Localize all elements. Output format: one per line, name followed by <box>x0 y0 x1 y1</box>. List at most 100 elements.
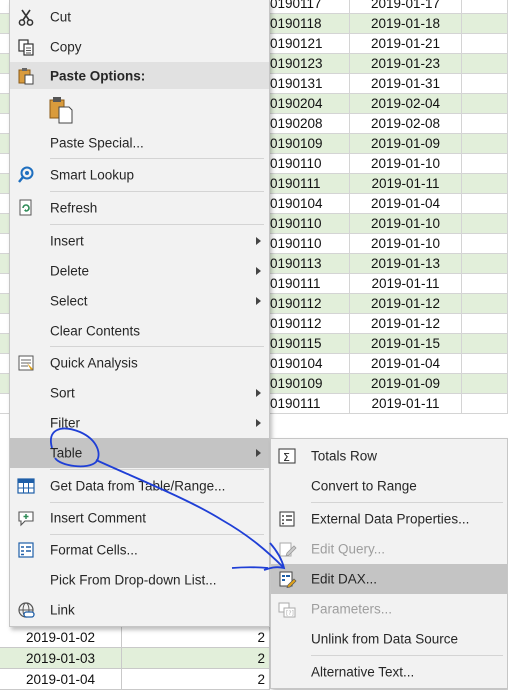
grid-edge-cell[interactable] <box>0 14 9 34</box>
grid-edge-cell[interactable] <box>0 74 9 94</box>
menu-item-table[interactable]: Table <box>10 438 269 468</box>
grid-edge-cell[interactable] <box>0 0 9 14</box>
grid-cell[interactable] <box>462 154 508 174</box>
grid-edge-cell[interactable] <box>0 274 9 294</box>
grid-cell[interactable]: 2019-01-02 <box>0 627 122 648</box>
grid-cell[interactable]: 0190112 <box>270 314 350 334</box>
grid-cell[interactable]: 0190112 <box>270 294 350 314</box>
grid-cell[interactable]: 2019-01-13 <box>350 254 462 274</box>
grid-edge-cell[interactable] <box>0 334 9 354</box>
grid-cell[interactable]: 0190104 <box>270 354 350 374</box>
grid-cell[interactable]: 2 <box>122 627 270 648</box>
grid-cell[interactable] <box>462 354 508 374</box>
grid-edge-cell[interactable] <box>0 294 9 314</box>
grid-cell[interactable]: 0190111 <box>270 394 350 414</box>
grid-cell[interactable]: 2019-01-11 <box>350 174 462 194</box>
grid-edge-cell[interactable] <box>0 394 9 414</box>
menu-item-filter[interactable]: Filter <box>10 408 269 438</box>
grid-cell[interactable] <box>462 374 508 394</box>
grid-edge-cell[interactable] <box>0 174 9 194</box>
menu-item-smart-lookup[interactable]: Smart Lookup <box>10 160 269 190</box>
menu-item-insert[interactable]: Insert <box>10 226 269 256</box>
grid-edge-cell[interactable] <box>0 114 9 134</box>
paste-button[interactable] <box>10 89 269 129</box>
menu-item-cut[interactable]: Cut <box>10 2 269 32</box>
grid-cell[interactable]: 2019-01-15 <box>350 334 462 354</box>
grid-cell[interactable]: 2019-01-10 <box>350 234 462 254</box>
grid-cell[interactable]: 0190111 <box>270 274 350 294</box>
grid-edge-cell[interactable] <box>0 34 9 54</box>
grid-cell[interactable]: 0190204 <box>270 94 350 114</box>
grid-cell[interactable] <box>462 294 508 314</box>
grid-cell[interactable]: 0190111 <box>270 174 350 194</box>
grid-cell[interactable]: 0190131 <box>270 74 350 94</box>
grid-cell[interactable]: 2019-01-10 <box>350 154 462 174</box>
grid-edge-cell[interactable] <box>0 214 9 234</box>
grid-cell[interactable] <box>462 0 508 14</box>
grid-cell[interactable] <box>462 194 508 214</box>
grid-cell[interactable]: 0190208 <box>270 114 350 134</box>
grid-cell[interactable]: 2 <box>122 648 270 669</box>
grid-edge-cell[interactable] <box>0 254 9 274</box>
grid-edge-cell[interactable] <box>0 54 9 74</box>
grid-cell[interactable] <box>462 134 508 154</box>
grid-cell[interactable]: 0190113 <box>270 254 350 274</box>
menu-item-paste-special[interactable]: Paste Special... <box>10 129 269 157</box>
grid-cell[interactable] <box>462 114 508 134</box>
grid-cell[interactable]: 2019-01-09 <box>350 374 462 394</box>
menu-item-clear-contents[interactable]: Clear Contents <box>10 316 269 346</box>
grid-edge-cell[interactable] <box>0 314 9 334</box>
grid-cell[interactable]: 0190118 <box>270 14 350 34</box>
menu-item-delete[interactable]: Delete <box>10 256 269 286</box>
grid-cell[interactable]: 2019-01-12 <box>350 314 462 334</box>
grid-cell[interactable]: 2019-01-04 <box>350 354 462 374</box>
grid-cell[interactable]: 0190110 <box>270 154 350 174</box>
menu-item-insert-comment[interactable]: Insert Comment <box>10 503 269 533</box>
grid-cell[interactable]: 0190117 <box>270 0 350 14</box>
grid-edge-cell[interactable] <box>0 134 9 154</box>
grid-cell[interactable] <box>462 94 508 114</box>
grid-cell[interactable]: 2019-01-12 <box>350 294 462 314</box>
grid-cell[interactable]: 2019-01-11 <box>350 394 462 414</box>
submenu-item-alt-text[interactable]: Alternative Text... <box>271 657 507 687</box>
grid-cell[interactable] <box>462 274 508 294</box>
grid-cell[interactable] <box>462 394 508 414</box>
grid-cell[interactable]: 0190121 <box>270 34 350 54</box>
menu-item-sort[interactable]: Sort <box>10 378 269 408</box>
menu-item-copy[interactable]: Copy <box>10 32 269 62</box>
menu-item-refresh[interactable]: Refresh <box>10 193 269 223</box>
menu-item-get-data[interactable]: Get Data from Table/Range... <box>10 471 269 501</box>
grid-cell[interactable]: 2019-02-04 <box>350 94 462 114</box>
grid-edge-cell[interactable] <box>0 374 9 394</box>
menu-item-pick-from-list[interactable]: Pick From Drop-down List... <box>10 565 269 595</box>
grid-edge-cell[interactable] <box>0 354 9 374</box>
grid-cell[interactable]: 0190115 <box>270 334 350 354</box>
menu-item-format-cells[interactable]: Format Cells... <box>10 535 269 565</box>
grid-edge-cell[interactable] <box>0 94 9 114</box>
submenu-item-totals-row[interactable]: Σ Totals Row <box>271 441 507 471</box>
grid-cell[interactable] <box>462 74 508 94</box>
grid-cell[interactable]: 2019-02-08 <box>350 114 462 134</box>
grid-cell[interactable] <box>462 234 508 254</box>
grid-cell[interactable] <box>462 34 508 54</box>
grid-edge-cell[interactable] <box>0 194 9 214</box>
menu-item-select[interactable]: Select <box>10 286 269 316</box>
grid-cell[interactable] <box>462 14 508 34</box>
grid-cell[interactable] <box>462 174 508 194</box>
menu-item-quick-analysis[interactable]: Quick Analysis <box>10 348 269 378</box>
grid-cell[interactable]: 2019-01-21 <box>350 34 462 54</box>
grid-edge-cell[interactable] <box>0 234 9 254</box>
grid-cell[interactable]: 2019-01-31 <box>350 74 462 94</box>
grid-cell[interactable]: 2 <box>122 669 270 690</box>
grid-cell[interactable]: 0190109 <box>270 134 350 154</box>
grid-cell[interactable]: 2019-01-11 <box>350 274 462 294</box>
grid-cell[interactable]: 2019-01-17 <box>350 0 462 14</box>
submenu-item-external-data-properties[interactable]: External Data Properties... <box>271 504 507 534</box>
grid-cell[interactable] <box>462 314 508 334</box>
grid-cell[interactable]: 2019-01-04 <box>350 194 462 214</box>
grid-cell[interactable]: 2019-01-23 <box>350 54 462 74</box>
grid-cell[interactable] <box>462 334 508 354</box>
submenu-item-unlink[interactable]: Unlink from Data Source <box>271 624 507 654</box>
grid-cell[interactable]: 0190104 <box>270 194 350 214</box>
submenu-item-convert-to-range[interactable]: Convert to Range <box>271 471 507 501</box>
